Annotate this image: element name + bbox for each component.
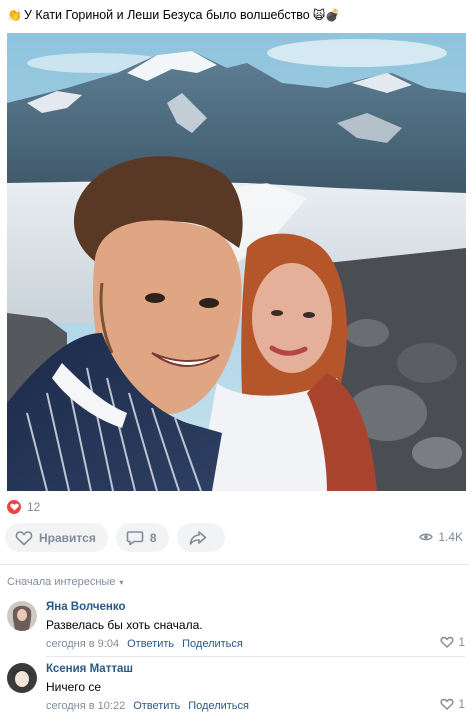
share-link[interactable]: Поделиться [182,638,243,650]
comment-author[interactable]: Яна Волченко [46,601,126,613]
comments-sort-label: Сначала интересные [7,576,116,588]
comment-text: Развелась бы хоть сначала. [46,618,203,632]
heart-reaction-icon [7,500,21,514]
comment-text: Ничего се [46,680,102,694]
post-photo[interactable] [7,33,466,491]
comments-sort-dropdown[interactable]: Сначала интересные ▾ [7,576,123,588]
avatar[interactable] [7,601,37,631]
chevron-down-icon: ▾ [119,577,124,587]
share-arrow-icon [189,530,206,545]
like-button-label: Нравится [39,530,96,545]
eye-icon [419,533,434,541]
comment-like-button[interactable]: 1 [440,635,465,649]
avatar[interactable] [7,663,37,693]
comment-meta: сегодня в 10:22 Ответить Поделиться [46,700,249,712]
scream-cat-bomb-emoji-icon: 🙀💣 [312,8,341,22]
comment-meta: сегодня в 9:04 Ответить Поделиться [46,638,243,650]
reply-link[interactable]: Ответить [127,638,174,650]
comment-like-count: 1 [458,697,465,711]
share-button[interactable] [176,523,225,552]
comment-author[interactable]: Ксения Матташ [46,663,133,675]
heart-outline-icon [440,636,454,648]
post-text: 👏 У Кати Гориной и Леши Безуса было волш… [7,6,340,24]
clap-emoji-icon: 👏 [7,8,22,22]
heart-outline-icon [440,698,454,710]
reactions-summary[interactable]: 12 [7,498,40,516]
reply-link[interactable]: Ответить [133,700,180,712]
comment-time[interactable]: сегодня в 9:04 [46,638,119,650]
views-counter: 1.4K [419,530,463,544]
post-photo-image [7,33,466,491]
comment-like-count: 1 [458,635,465,649]
share-link[interactable]: Поделиться [188,700,249,712]
comment-item: Яна Волченко Развелась бы хоть сначала. … [7,601,465,653]
comment-divider [46,656,465,657]
comment-time[interactable]: сегодня в 10:22 [46,700,125,712]
comments-count: 8 [149,530,157,545]
likes-count: 12 [27,500,41,514]
comment-like-button[interactable]: 1 [440,697,465,711]
comments-button[interactable]: 8 [115,523,169,552]
like-button[interactable]: Нравится [5,523,108,552]
heart-outline-icon [15,530,33,546]
views-count: 1.4K [438,530,463,544]
post-actions: Нравится 8 [5,523,225,552]
divider [0,564,469,565]
comment-item: Ксения Матташ Ничего се сегодня в 10:22 О… [7,663,465,713]
post-caption: У Кати Гориной и Леши Безуса было волшеб… [23,8,310,22]
comment-icon [126,530,144,545]
